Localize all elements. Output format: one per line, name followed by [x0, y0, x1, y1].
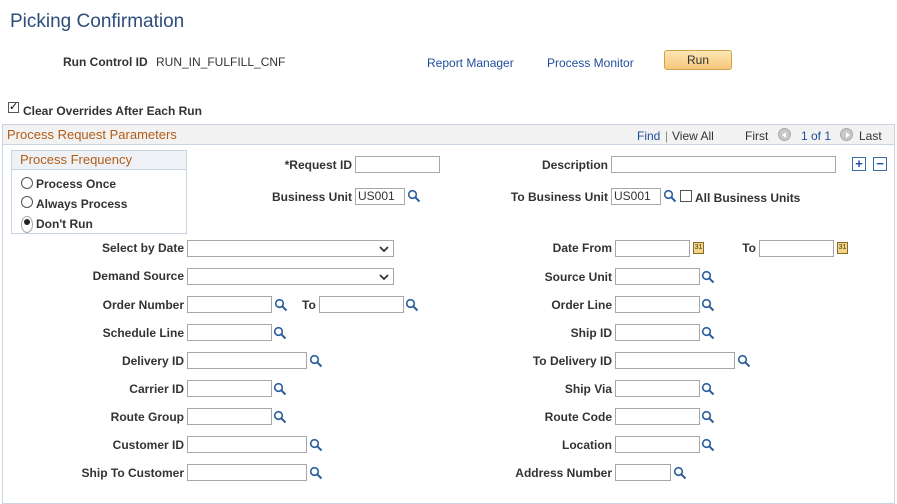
to-business-unit-label: To Business Unit	[510, 190, 608, 204]
next-row-icon[interactable]	[840, 128, 853, 141]
ship-via-label: Ship Via	[564, 382, 612, 396]
all-business-units-label: All Business Units	[695, 191, 801, 205]
find-link[interactable]: Find	[637, 129, 660, 143]
order-number-to-label: To	[302, 298, 316, 312]
route-group-input[interactable]	[187, 408, 272, 425]
select-by-date-dropdown[interactable]	[187, 240, 394, 257]
delivery-id-label: Delivery ID	[121, 354, 184, 368]
source-unit-input[interactable]	[615, 268, 700, 285]
source-unit-label: Source Unit	[544, 270, 612, 284]
to-business-unit-input[interactable]: US001	[611, 188, 661, 205]
description-input[interactable]	[611, 156, 836, 173]
address-number-input[interactable]	[615, 464, 671, 481]
location-lookup-icon[interactable]	[701, 438, 715, 452]
order-line-lookup-icon[interactable]	[701, 298, 715, 312]
address-number-lookup-icon[interactable]	[673, 466, 687, 480]
nav-separator: |	[665, 129, 669, 143]
ship-to-customer-label: Ship To Customer	[81, 466, 184, 480]
run-control-label: Run Control ID	[63, 55, 148, 69]
radio-dont-run[interactable]	[21, 216, 33, 233]
run-button[interactable]: Run	[664, 50, 732, 70]
request-id-label: *Request ID	[284, 158, 352, 172]
customer-id-lookup-icon[interactable]	[309, 438, 323, 452]
last-label[interactable]: Last	[859, 129, 882, 143]
radio-process-once[interactable]	[21, 177, 33, 189]
first-label[interactable]: First	[745, 129, 768, 143]
previous-row-icon[interactable]	[778, 128, 791, 141]
to-delivery-id-lookup-icon[interactable]	[737, 354, 751, 368]
to-delivery-id-label: To Delivery ID	[532, 354, 612, 368]
schedule-line-lookup-icon[interactable]	[273, 326, 287, 340]
carrier-id-lookup-icon[interactable]	[273, 382, 287, 396]
ship-id-label: Ship ID	[570, 326, 612, 340]
source-unit-lookup-icon[interactable]	[701, 270, 715, 284]
ship-via-input[interactable]	[615, 380, 700, 397]
order-line-input[interactable]	[615, 296, 700, 313]
run-control-value: RUN_IN_FULFILL_CNF	[156, 55, 286, 69]
address-number-label: Address Number	[515, 466, 612, 480]
clear-overrides-checkbox[interactable]: ✓	[8, 102, 19, 113]
radio-always-process[interactable]	[21, 196, 33, 208]
order-number-to-lookup-icon[interactable]	[405, 298, 419, 312]
ship-id-input[interactable]	[615, 324, 700, 341]
business-unit-label: Business Unit	[271, 190, 352, 204]
route-group-lookup-icon[interactable]	[273, 410, 287, 424]
delete-row-icon[interactable]: −	[873, 157, 887, 171]
carrier-id-input[interactable]	[187, 380, 272, 397]
ship-via-lookup-icon[interactable]	[701, 382, 715, 396]
demand-source-label: Demand Source	[92, 269, 184, 283]
report-manager-link[interactable]: Report Manager	[427, 56, 514, 70]
request-id-input[interactable]	[355, 156, 440, 173]
demand-source-dropdown[interactable]	[187, 268, 394, 285]
date-to-input[interactable]	[759, 240, 834, 257]
route-code-input[interactable]	[615, 408, 700, 425]
page-title: Picking Confirmation	[10, 11, 185, 32]
date-to-calendar-icon[interactable]: 31	[837, 242, 848, 254]
panel-title: Process Request Parameters	[7, 127, 177, 142]
route-code-label: Route Code	[544, 410, 612, 424]
order-number-input[interactable]	[187, 296, 272, 313]
order-line-label: Order Line	[551, 298, 612, 312]
business-unit-lookup-icon[interactable]	[407, 189, 421, 203]
process-frequency-title: Process Frequency	[20, 152, 132, 167]
delivery-id-lookup-icon[interactable]	[309, 354, 323, 368]
schedule-line-input[interactable]	[187, 324, 272, 341]
all-business-units-checkbox[interactable]	[680, 190, 692, 202]
route-code-lookup-icon[interactable]	[701, 410, 715, 424]
chevron-down-icon	[379, 246, 389, 253]
location-label: Location	[562, 438, 612, 452]
order-number-label: Order Number	[102, 298, 184, 312]
date-from-label: Date From	[552, 241, 612, 255]
select-by-date-label: Select by Date	[101, 241, 184, 255]
customer-id-label: Customer ID	[112, 438, 184, 452]
add-row-icon[interactable]: +	[852, 157, 866, 171]
process-monitor-link[interactable]: Process Monitor	[547, 56, 634, 70]
view-all-link[interactable]: View All	[672, 129, 714, 143]
date-from-calendar-icon[interactable]: 31	[693, 242, 704, 254]
date-to-label: To	[742, 241, 756, 255]
radio-always-process-label: Always Process	[36, 197, 128, 211]
ship-to-customer-lookup-icon[interactable]	[309, 466, 323, 480]
location-input[interactable]	[615, 436, 700, 453]
order-number-lookup-icon[interactable]	[274, 298, 288, 312]
ship-to-customer-input[interactable]	[187, 464, 307, 481]
route-group-label: Route Group	[110, 410, 184, 424]
to-business-unit-lookup-icon[interactable]	[663, 189, 677, 203]
chevron-down-icon	[379, 274, 389, 281]
date-from-input[interactable]	[615, 240, 690, 257]
carrier-id-label: Carrier ID	[129, 382, 184, 396]
description-label: Description	[541, 158, 608, 172]
delivery-id-input[interactable]	[187, 352, 307, 369]
clear-overrides-label: Clear Overrides After Each Run	[23, 104, 202, 118]
customer-id-input[interactable]	[187, 436, 307, 453]
order-number-to-input[interactable]	[319, 296, 404, 313]
pager-text: 1 of 1	[801, 129, 832, 143]
schedule-line-label: Schedule Line	[102, 326, 184, 340]
ship-id-lookup-icon[interactable]	[701, 326, 715, 340]
radio-dont-run-label: Don't Run	[36, 217, 93, 231]
business-unit-input[interactable]: US001	[355, 188, 405, 205]
radio-process-once-label: Process Once	[36, 177, 117, 191]
to-delivery-id-input[interactable]	[615, 352, 735, 369]
